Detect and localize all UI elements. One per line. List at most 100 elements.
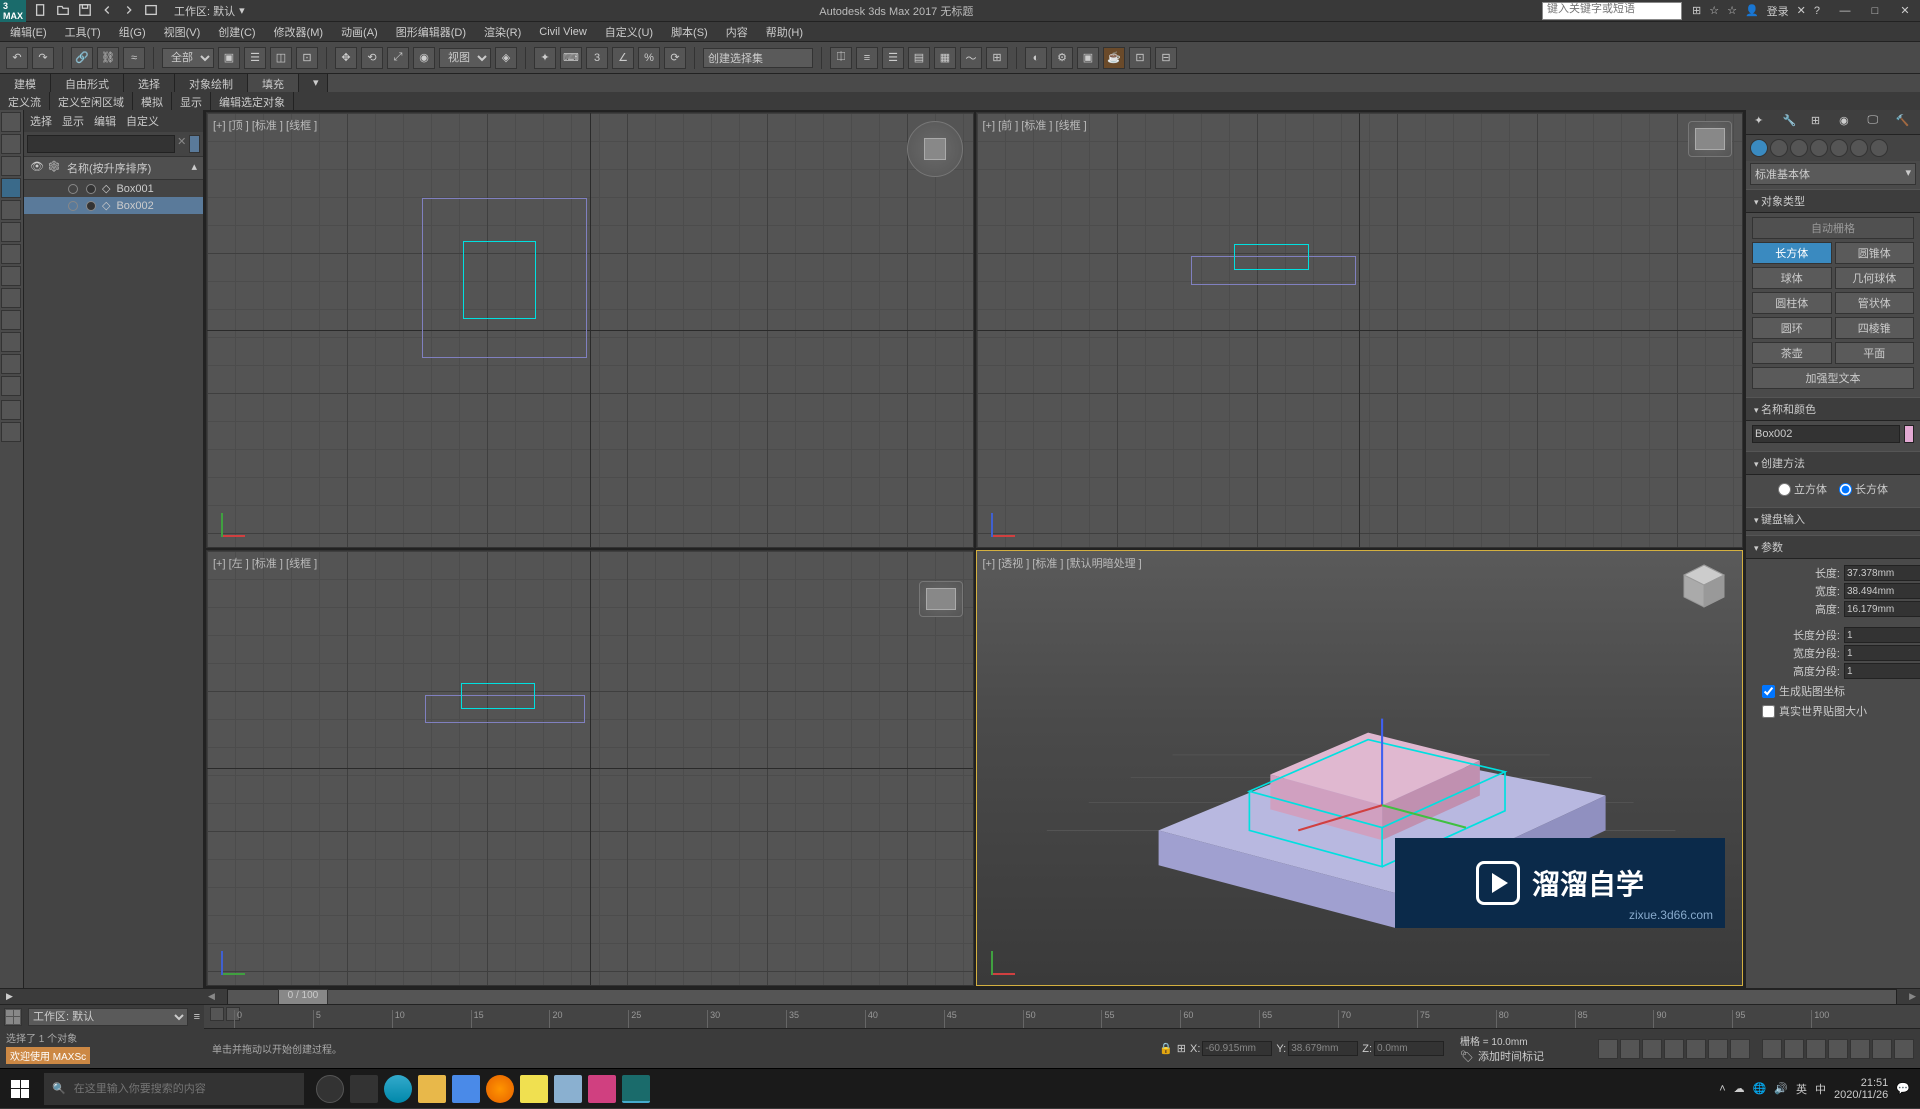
wsegs-input[interactable] <box>1844 645 1920 661</box>
star2-icon[interactable]: ☆ <box>1727 4 1737 17</box>
se-tool-9[interactable] <box>1 288 21 308</box>
ribbon-toggle[interactable]: ▾ <box>299 74 328 92</box>
new-icon[interactable] <box>34 3 50 19</box>
app3-icon[interactable] <box>554 1075 582 1103</box>
box002-outline[interactable] <box>463 241 536 319</box>
mirror-button[interactable]: ⎅ <box>830 47 852 69</box>
time-config-button[interactable] <box>1730 1039 1750 1059</box>
viewport-top[interactable]: [+] [顶 ] [标准 ] [线框 ] <box>206 112 974 548</box>
maximize-button[interactable]: □ <box>1860 0 1890 22</box>
placement-button[interactable]: ◉ <box>413 47 435 69</box>
tray-chevron-icon[interactable]: ˄ <box>1719 1083 1725 1095</box>
viewcube[interactable] <box>919 581 963 617</box>
rollout-header[interactable]: 创建方法 <box>1746 451 1920 475</box>
lights-category-icon[interactable] <box>1790 139 1808 157</box>
schematic-button[interactable]: ⊞ <box>986 47 1008 69</box>
menu-animation[interactable]: 动画(A) <box>341 24 378 40</box>
close-button[interactable]: ✕ <box>1890 0 1920 22</box>
x-coord-input[interactable] <box>1202 1041 1272 1056</box>
viewport-front[interactable]: [+] [前 ] [标准 ] [线框 ] <box>976 112 1744 548</box>
prim-plane[interactable]: 平面 <box>1835 342 1915 364</box>
layout-button[interactable] <box>4 1008 22 1026</box>
ribbon-tab-objectpaint[interactable]: 对象绘制 <box>175 74 248 92</box>
subcategory-dropdown[interactable]: 标准基本体▾ <box>1750 163 1916 185</box>
scale-button[interactable]: ⤢ <box>387 47 409 69</box>
object-name-input[interactable] <box>1752 425 1900 443</box>
menu-scripting[interactable]: 脚本(S) <box>671 24 708 40</box>
menu-content[interactable]: 内容 <box>726 24 748 40</box>
undo-icon[interactable] <box>100 3 116 19</box>
length-input[interactable] <box>1844 565 1920 581</box>
select-name-button[interactable]: ☰ <box>244 47 266 69</box>
time-slider-thumb[interactable]: 0 / 100 <box>278 989 328 1005</box>
autogrid-check[interactable]: 自动栅格 <box>1752 217 1914 239</box>
snap-toggle-button[interactable]: 3 <box>586 47 608 69</box>
freeze-icon[interactable] <box>86 184 96 194</box>
render-prod-button[interactable]: ⊡ <box>1129 47 1151 69</box>
pivot-button[interactable]: ◈ <box>495 47 517 69</box>
minimize-button[interactable]: — <box>1830 0 1860 22</box>
prim-teapot[interactable]: 茶壶 <box>1752 342 1832 364</box>
link-button[interactable]: 🔗 <box>71 47 93 69</box>
se-tool-3[interactable] <box>1 156 21 176</box>
systems-category-icon[interactable] <box>1870 139 1888 157</box>
next-frame-button[interactable] <box>1664 1039 1684 1059</box>
se-menu-edit[interactable]: 编辑 <box>94 113 116 129</box>
spinner-snap-button[interactable]: ⟳ <box>664 47 686 69</box>
se-clear-icon[interactable]: ✕ <box>177 135 187 153</box>
subtab-flow[interactable]: 定义流 <box>0 92 50 110</box>
subtab-idle[interactable]: 定义空闲区域 <box>50 92 133 110</box>
se-tool-6[interactable] <box>1 222 21 242</box>
zoom-extents-button[interactable] <box>1806 1039 1826 1059</box>
prim-cylinder[interactable]: 圆柱体 <box>1752 292 1832 314</box>
fov-button[interactable] <box>1828 1039 1848 1059</box>
width-input[interactable] <box>1844 583 1920 599</box>
spacewarps-category-icon[interactable] <box>1850 139 1868 157</box>
visibility-icon[interactable] <box>68 201 78 211</box>
helpers-category-icon[interactable] <box>1830 139 1848 157</box>
prim-textplus[interactable]: 加强型文本 <box>1752 367 1914 389</box>
window-crossing-button[interactable]: ⊡ <box>296 47 318 69</box>
ribbon-tab-selection[interactable]: 选择 <box>124 74 175 92</box>
se-tool-15[interactable] <box>1 400 21 420</box>
tray-ime-icon[interactable]: 英 <box>1796 1081 1807 1097</box>
real-world-check[interactable] <box>1762 705 1775 718</box>
menu-customize[interactable]: 自定义(U) <box>605 24 653 40</box>
display-tab-icon[interactable]: 🖵 <box>1867 114 1883 130</box>
help-icon[interactable]: ? <box>1814 5 1820 17</box>
help-search[interactable] <box>1542 2 1682 20</box>
time-ruler[interactable]: 0510152025303540455055606570758085909510… <box>234 1010 1890 1028</box>
start-button[interactable] <box>0 1069 40 1109</box>
viewcube[interactable] <box>907 121 963 177</box>
curve-editor-button[interactable]: 〜 <box>960 47 982 69</box>
se-menu-select[interactable]: 选择 <box>30 113 52 129</box>
menu-create[interactable]: 创建(C) <box>218 24 255 40</box>
se-tool-12[interactable] <box>1 354 21 374</box>
color-swatch[interactable] <box>1904 425 1914 443</box>
manipulate-button[interactable]: ✦ <box>534 47 556 69</box>
render-last-button[interactable]: ⊟ <box>1155 47 1177 69</box>
se-menu-display[interactable]: 显示 <box>62 113 84 129</box>
app1-icon[interactable] <box>452 1075 480 1103</box>
menu-tools[interactable]: 工具(T) <box>65 24 101 40</box>
gen-mapping-check[interactable] <box>1762 685 1775 698</box>
layer-button[interactable]: ☰ <box>882 47 904 69</box>
angle-snap-button[interactable]: ∠ <box>612 47 634 69</box>
se-tool-1[interactable] <box>1 112 21 132</box>
cameras-category-icon[interactable] <box>1810 139 1828 157</box>
time-tag-icon[interactable]: 🏷 <box>1460 1050 1474 1063</box>
explorer-icon[interactable] <box>418 1075 446 1103</box>
se-tool-16[interactable] <box>1 422 21 442</box>
geometry-category-icon[interactable] <box>1750 139 1768 157</box>
z-coord-input[interactable] <box>1374 1041 1444 1056</box>
rollout-header[interactable]: 参数 <box>1746 535 1920 559</box>
taskbar-search[interactable]: 🔍 <box>44 1073 304 1105</box>
project-icon[interactable] <box>144 3 160 19</box>
menu-edit[interactable]: 编辑(E) <box>10 24 47 40</box>
utilities-tab-icon[interactable]: 🔨 <box>1896 114 1912 130</box>
rollout-header[interactable]: 对象类型 <box>1746 189 1920 213</box>
help-search-input[interactable] <box>1543 3 1681 15</box>
viewport-left[interactable]: [+] [左 ] [标准 ] [线框 ] <box>206 550 974 986</box>
y-coord-input[interactable] <box>1288 1041 1358 1056</box>
maxscript-mini-listener[interactable]: ▶ <box>6 991 13 1002</box>
